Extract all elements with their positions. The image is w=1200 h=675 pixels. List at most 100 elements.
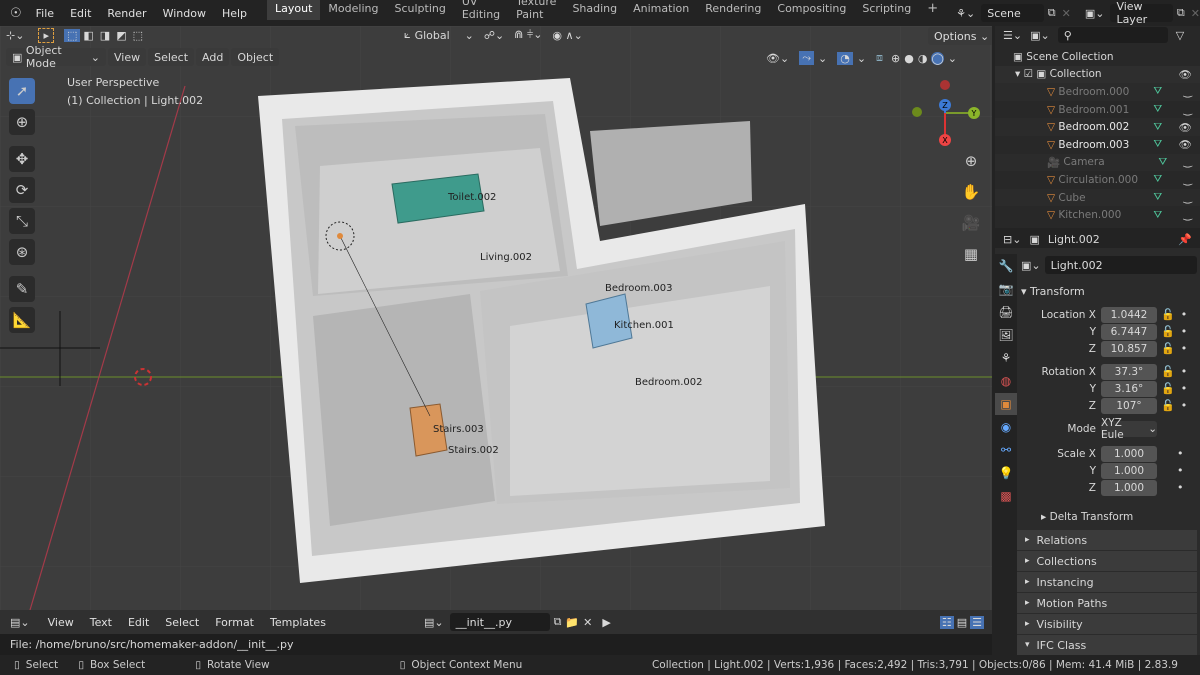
panel-ifc-class[interactable]: ▾ IFC Class: [1017, 635, 1197, 655]
eye-icon[interactable]: 👁: [1179, 138, 1192, 151]
unlink-text-icon[interactable]: ✕: [583, 616, 592, 629]
tab-rendering[interactable]: Rendering: [697, 0, 769, 20]
select-mode-subtract-icon[interactable]: ◨: [97, 29, 113, 42]
overlay-toggle-icon[interactable]: ◔: [837, 51, 853, 65]
xray-toggle-icon[interactable]: ⧈: [876, 51, 883, 65]
text-menu-edit[interactable]: Edit: [120, 616, 157, 629]
keyframe-dot-icon[interactable]: •: [1177, 464, 1184, 477]
select-mode-invert-icon[interactable]: ◩: [113, 29, 129, 42]
select-box-tool-icon[interactable]: ➚: [9, 78, 35, 104]
select-mode-extend-icon[interactable]: ◧: [80, 29, 96, 42]
scale-tool-icon[interactable]: ⤡: [9, 208, 35, 234]
outliner-item[interactable]: ▽ Bedroom.002 ⛛ 👁: [995, 118, 1200, 136]
menu-view[interactable]: View: [108, 48, 147, 66]
location-field[interactable]: 1.0442: [1101, 306, 1157, 323]
outliner-item[interactable]: ▽ Kitchen.000 ⛛ ‿: [995, 206, 1200, 224]
eye-closed-icon[interactable]: ‿: [1184, 104, 1192, 116]
select-tool-icon[interactable]: ▸: [38, 27, 54, 43]
chevron-down-icon[interactable]: ⌄: [465, 29, 474, 42]
zoom-icon[interactable]: ⊕: [958, 148, 984, 174]
text-browse-icon[interactable]: ▤⌄: [424, 616, 444, 629]
eye-closed-icon[interactable]: ‿: [1184, 156, 1192, 168]
camera-view-icon[interactable]: 🎥: [958, 210, 984, 236]
tab-compositing[interactable]: Compositing: [769, 0, 854, 20]
tab-shading[interactable]: Shading: [564, 0, 625, 20]
lock-icon[interactable]: 🔓: [1161, 365, 1175, 378]
run-script-icon[interactable]: ▶: [602, 616, 610, 629]
text-menu-text[interactable]: Text: [82, 616, 120, 629]
keyframe-dot-icon[interactable]: •: [1181, 325, 1188, 338]
mesh-data-icon[interactable]: ⛛: [1153, 85, 1162, 98]
output-tab-icon[interactable]: 🖨: [995, 301, 1017, 323]
menu-object[interactable]: Object: [231, 48, 280, 66]
wireframe-shading-icon[interactable]: ⊕: [891, 52, 900, 65]
menu-file[interactable]: File: [28, 7, 62, 20]
measure-tool-icon[interactable]: 📐: [9, 307, 35, 333]
mesh-data-icon[interactable]: ⛛: [1153, 138, 1162, 151]
lock-icon[interactable]: 🔓: [1161, 382, 1175, 395]
options-button[interactable]: Options ⌄: [928, 27, 992, 45]
world-tab-icon[interactable]: ◍: [995, 370, 1017, 392]
orientation-icon[interactable]: ⟀: [404, 28, 411, 42]
rotation-mode-dropdown[interactable]: XYZ Eule ⌄: [1101, 417, 1157, 441]
line-numbers-icon[interactable]: ☷: [939, 615, 954, 629]
outliner-item[interactable]: ▽ Bedroom.001 ⛛ ‿: [995, 101, 1200, 119]
pin-icon[interactable]: 📌: [1178, 233, 1192, 246]
tab-texture-paint[interactable]: Texture Paint: [508, 0, 564, 26]
scale-field[interactable]: 1.000: [1101, 462, 1157, 479]
new-view-layer-icon[interactable]: ⧉: [1177, 6, 1185, 20]
tool-tab-icon[interactable]: 🔧: [995, 255, 1017, 277]
rotation-field[interactable]: 107°: [1101, 397, 1157, 414]
proportional-edit-icon[interactable]: ◉ ∧⌄: [552, 29, 582, 42]
move-tool-icon[interactable]: ✥: [9, 146, 35, 172]
eye-icon[interactable]: 👁: [1179, 121, 1192, 134]
new-scene-icon[interactable]: ⧉: [1048, 6, 1056, 20]
keyframe-dot-icon[interactable]: •: [1181, 399, 1188, 412]
mesh-data-icon[interactable]: ⛛: [1153, 173, 1162, 186]
mesh-data-icon[interactable]: ⛛: [1153, 103, 1162, 116]
panel-visibility[interactable]: ▸ Visibility: [1017, 614, 1197, 634]
outliner-item[interactable]: ▽ Bedroom.000 ⛛ ‿: [995, 83, 1200, 101]
lock-icon[interactable]: 🔓: [1161, 399, 1175, 412]
outliner-item[interactable]: 🎥 Camera ⛛ ‿: [995, 153, 1200, 172]
delete-view-layer-icon[interactable]: ✕: [1191, 7, 1200, 20]
lock-icon[interactable]: 🔓: [1161, 342, 1175, 355]
perspective-grid-icon[interactable]: ▦: [958, 241, 984, 267]
eye-closed-icon[interactable]: ‿: [1184, 174, 1192, 186]
syntax-highlight-icon[interactable]: ☰: [970, 615, 984, 629]
chevron-down-icon[interactable]: ⌄: [948, 52, 957, 65]
menu-edit[interactable]: Edit: [62, 7, 99, 20]
panel-instancing[interactable]: ▸ Instancing: [1017, 572, 1197, 592]
tab-animation[interactable]: Animation: [625, 0, 697, 20]
eye-closed-icon[interactable]: ‿: [1184, 209, 1192, 221]
orientation-dropdown[interactable]: Global: [415, 29, 465, 42]
checkbox-icon[interactable]: ☑: [1024, 68, 1033, 80]
mesh-data-icon[interactable]: ⛛: [1158, 156, 1167, 169]
text-file-field[interactable]: __init__.py: [449, 613, 550, 631]
location-field[interactable]: 10.857: [1101, 340, 1157, 357]
outliner-collection[interactable]: ▾ ☑ ▣ Collection 👁: [995, 65, 1200, 84]
add-workspace-button[interactable]: +: [919, 0, 946, 21]
delta-transform-panel[interactable]: ▸ Delta Transform: [1021, 508, 1197, 526]
material-shading-icon[interactable]: ◑: [918, 52, 928, 65]
object-data-tab-icon[interactable]: 💡: [995, 462, 1017, 484]
keyframe-dot-icon[interactable]: •: [1181, 308, 1188, 321]
panel-relations[interactable]: ▸ Relations: [1017, 530, 1197, 550]
keyframe-dot-icon[interactable]: •: [1181, 365, 1188, 378]
render-tab-icon[interactable]: 📷: [995, 278, 1017, 300]
lock-icon[interactable]: 🔓: [1161, 308, 1175, 321]
keyframe-dot-icon[interactable]: •: [1177, 481, 1184, 494]
menu-render[interactable]: Render: [99, 7, 154, 20]
outliner-item[interactable]: ▽ Circulation.000 ⛛ ‿: [995, 171, 1200, 189]
keyframe-dot-icon[interactable]: •: [1181, 382, 1188, 395]
menu-window[interactable]: Window: [155, 7, 214, 20]
gizmo-neg-x[interactable]: [940, 80, 950, 90]
filter-view-icon[interactable]: ▣⌄: [1030, 29, 1050, 42]
text-menu-templates[interactable]: Templates: [262, 616, 334, 629]
visibility-icon[interactable]: 👁⌄: [766, 52, 789, 65]
lock-icon[interactable]: 🔓: [1161, 325, 1175, 338]
annotate-tool-icon[interactable]: ✎: [9, 276, 35, 302]
menu-select[interactable]: Select: [148, 48, 195, 66]
scale-field[interactable]: 1.000: [1101, 479, 1157, 496]
constraints-tab-icon[interactable]: ⚯: [995, 439, 1017, 461]
